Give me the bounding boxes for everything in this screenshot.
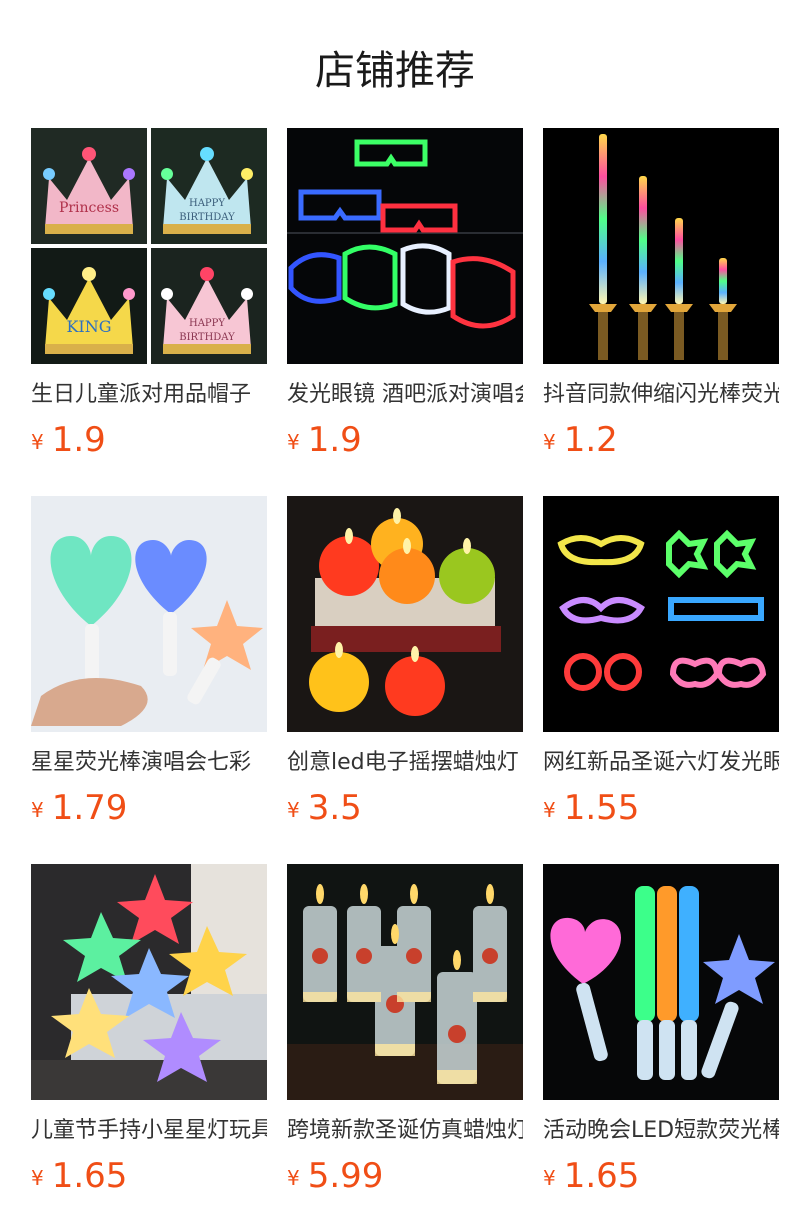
- currency-symbol: ¥: [31, 798, 44, 822]
- led-glow-wands-image: [543, 864, 779, 1100]
- product-name[interactable]: 网红新品圣诞六灯发光眼镜: [543, 748, 779, 778]
- glowing-crown-image: Princess HAPPY BIRTHDAY KING HAPPY BIRTH…: [31, 128, 267, 364]
- heart-star-wands-image: [31, 496, 267, 732]
- product-grid: Princess HAPPY BIRTHDAY KING HAPPY BIRTH…: [31, 128, 779, 1212]
- product-card[interactable]: 网红新品圣诞六灯发光眼镜 ¥1.55: [543, 496, 779, 844]
- telescopic-glow-stick-image: [543, 128, 779, 364]
- led-candles-image: [287, 496, 523, 732]
- product-card[interactable]: 星星荧光棒演唱会七彩 ¥1.79: [31, 496, 267, 844]
- christmas-candles-image: [287, 864, 523, 1100]
- svg-text:BIRTHDAY: BIRTHDAY: [179, 212, 235, 223]
- svg-text:KING: KING: [66, 317, 111, 336]
- product-name[interactable]: 活动晚会LED短款荧光棒: [543, 1116, 779, 1146]
- product-price: ¥1.65: [31, 1158, 267, 1200]
- product-price: ¥1.9: [31, 422, 267, 464]
- currency-symbol: ¥: [543, 798, 556, 822]
- svg-text:Princess: Princess: [59, 200, 119, 216]
- price-value: 1.79: [51, 788, 128, 828]
- product-name[interactable]: 儿童节手持小星星灯玩具: [31, 1116, 267, 1146]
- product-card[interactable]: 跨境新款圣诞仿真蜡烛灯 ¥5.99: [287, 864, 523, 1212]
- currency-symbol: ¥: [543, 430, 556, 454]
- product-image[interactable]: [287, 864, 523, 1100]
- product-price: ¥1.65: [543, 1158, 779, 1200]
- glowing-glasses-image: [287, 128, 523, 364]
- currency-symbol: ¥: [31, 430, 44, 454]
- price-value: 1.9: [51, 420, 106, 460]
- party-glasses-image: [543, 496, 779, 732]
- product-card[interactable]: 发光眼镜 酒吧派对演唱会 ¥1.9: [287, 128, 523, 476]
- product-image[interactable]: [543, 128, 779, 364]
- currency-symbol: ¥: [287, 798, 300, 822]
- product-card[interactable]: 创意led电子摇摆蜡烛灯 ¥3.5: [287, 496, 523, 844]
- currency-symbol: ¥: [287, 1166, 300, 1190]
- product-image[interactable]: Princess HAPPY BIRTHDAY KING HAPPY BIRTH…: [31, 128, 267, 364]
- product-image[interactable]: [287, 128, 523, 364]
- star-lamps-image: [31, 864, 267, 1100]
- product-price: ¥1.2: [543, 422, 779, 464]
- price-value: 3.5: [307, 788, 362, 828]
- price-value: 1.9: [307, 420, 362, 460]
- product-name[interactable]: 星星荧光棒演唱会七彩: [31, 748, 267, 778]
- product-image[interactable]: [287, 496, 523, 732]
- product-name[interactable]: 发光眼镜 酒吧派对演唱会: [287, 380, 523, 410]
- product-name[interactable]: 抖音同款伸缩闪光棒荧光: [543, 380, 779, 410]
- currency-symbol: ¥: [287, 430, 300, 454]
- product-price: ¥1.79: [31, 790, 267, 832]
- price-value: 5.99: [307, 1156, 384, 1196]
- product-price: ¥3.5: [287, 790, 523, 832]
- product-name[interactable]: 跨境新款圣诞仿真蜡烛灯: [287, 1116, 523, 1146]
- svg-text:BIRTHDAY: BIRTHDAY: [179, 332, 235, 343]
- svg-text:HAPPY: HAPPY: [189, 198, 225, 209]
- product-price: ¥5.99: [287, 1158, 523, 1200]
- currency-symbol: ¥: [31, 1166, 44, 1190]
- product-image[interactable]: [543, 496, 779, 732]
- product-card[interactable]: Princess HAPPY BIRTHDAY KING HAPPY BIRTH…: [31, 128, 267, 476]
- price-value: 1.65: [51, 1156, 128, 1196]
- product-card[interactable]: 活动晚会LED短款荧光棒 ¥1.65: [543, 864, 779, 1212]
- page-title: 店铺推荐: [315, 48, 475, 94]
- product-image[interactable]: [543, 864, 779, 1100]
- product-price: ¥1.55: [543, 790, 779, 832]
- product-card[interactable]: 儿童节手持小星星灯玩具 ¥1.65: [31, 864, 267, 1212]
- product-image[interactable]: [31, 496, 267, 732]
- price-value: 1.55: [563, 788, 640, 828]
- product-card[interactable]: 抖音同款伸缩闪光棒荧光 ¥1.2: [543, 128, 779, 476]
- currency-symbol: ¥: [543, 1166, 556, 1190]
- price-value: 1.2: [563, 420, 618, 460]
- price-value: 1.65: [563, 1156, 640, 1196]
- product-image[interactable]: [31, 864, 267, 1100]
- svg-text:HAPPY: HAPPY: [189, 318, 225, 329]
- product-name[interactable]: 生日儿童派对用品帽子: [31, 380, 267, 410]
- product-price: ¥1.9: [287, 422, 523, 464]
- product-name[interactable]: 创意led电子摇摆蜡烛灯: [287, 748, 523, 778]
